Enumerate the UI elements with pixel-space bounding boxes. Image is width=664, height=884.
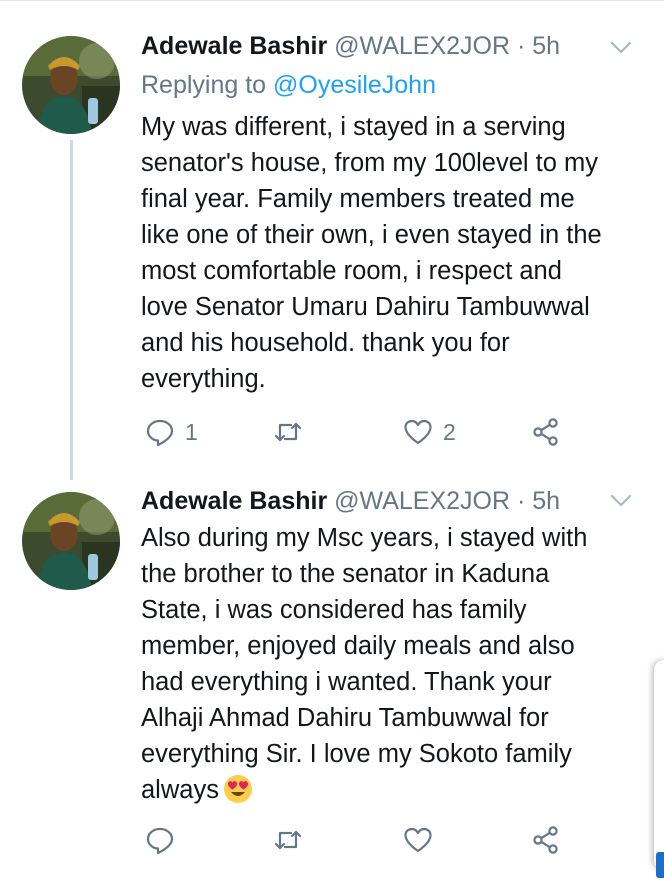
tweet-actions: 1 2	[141, 414, 581, 450]
chevron-down-icon[interactable]	[608, 34, 634, 60]
author-name[interactable]: Adewale Bashir	[141, 32, 327, 60]
edge-handle[interactable]	[656, 852, 664, 878]
reply-icon	[146, 419, 174, 447]
like-button[interactable]	[403, 822, 443, 858]
heart-eyes-emoji-icon	[223, 775, 252, 803]
reply-count: 1	[185, 418, 198, 445]
author-handle[interactable]: @WALEX2JOR	[334, 487, 510, 515]
share-button[interactable]	[531, 822, 561, 858]
share-icon	[533, 418, 558, 446]
reply-icon	[146, 827, 174, 855]
retweet-icon	[274, 830, 302, 850]
replying-to-label: Replying to	[141, 71, 267, 99]
author-handle[interactable]: @WALEX2JOR	[334, 32, 510, 60]
retweet-button[interactable]	[273, 414, 313, 450]
tweet-1[interactable]: Adewale Bashir @WALEX2JOR · 5h Replying …	[0, 0, 664, 470]
replying-to: Replying to @OyesileJohn	[141, 70, 436, 100]
timestamp[interactable]: 5h	[532, 32, 560, 60]
timestamp[interactable]: 5h	[532, 487, 560, 515]
tweet-text-content: Also during my Msc years, i stayed with …	[141, 524, 588, 804]
tweet-2[interactable]: Adewale Bashir @WALEX2JOR · 5h Also duri…	[0, 470, 664, 884]
retweet-button[interactable]	[273, 822, 313, 858]
tweet-text: Also during my Msc years, i stayed with …	[141, 520, 651, 808]
avatar[interactable]	[22, 492, 120, 590]
like-icon	[404, 827, 432, 853]
separator: ·	[516, 487, 526, 515]
chevron-down-icon[interactable]	[608, 487, 634, 513]
like-icon	[404, 419, 432, 445]
separator: ·	[516, 32, 526, 60]
reply-button[interactable]	[145, 822, 185, 858]
tweet-header: Adewale Bashir @WALEX2JOR · 5h	[141, 486, 560, 516]
share-icon	[533, 826, 558, 854]
share-button[interactable]	[531, 414, 561, 450]
like-count: 2	[443, 418, 456, 445]
like-button[interactable]: 2	[403, 414, 456, 450]
retweet-icon	[274, 422, 302, 442]
tweet-header: Adewale Bashir @WALEX2JOR · 5h	[141, 31, 560, 61]
reply-button[interactable]: 1	[145, 414, 198, 450]
author-name[interactable]: Adewale Bashir	[141, 487, 327, 515]
replying-to-mention[interactable]: @OyesileJohn	[273, 71, 436, 99]
floating-edge-panel[interactable]	[654, 660, 664, 870]
avatar[interactable]	[22, 36, 120, 134]
tweet-text: My was different, i stayed in a serving …	[141, 113, 602, 393]
tweet-actions	[141, 822, 581, 858]
